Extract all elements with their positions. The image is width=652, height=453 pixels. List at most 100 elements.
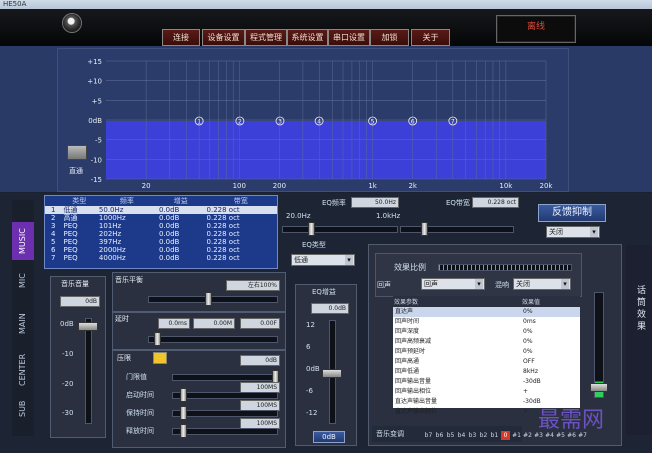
effect-param-row[interactable]: 回声输出音量 -30dB	[393, 377, 580, 387]
key-shift-button[interactable]: #1	[512, 431, 521, 440]
feedback-select[interactable]: 关闭	[546, 226, 600, 238]
volume-scale-10: -10	[62, 350, 74, 358]
key-shift-button[interactable]: #2	[523, 431, 532, 440]
eq-band-table: 类型 频率 增益 带宽 1 低通 50.0Hz 0.0dB 0.228 oct 2 高通 1000H…	[44, 195, 278, 269]
eq-table-cell: 0.228 oct	[206, 246, 240, 254]
eq-table-cell: 4	[51, 230, 56, 238]
effect-param-name: 回声高通	[395, 358, 420, 365]
eq-type-select[interactable]: 低通	[291, 254, 355, 266]
eq-band-marker-label: 4	[317, 119, 321, 126]
effect-param-row[interactable]: 回声深度 0%	[393, 327, 580, 337]
eq-table-row[interactable]: 6 PEQ 2000Hz 0.0dB 0.228 oct	[45, 246, 277, 254]
eq-gain-label: EQ增益	[312, 288, 336, 296]
delay-slider-handle[interactable]	[154, 332, 161, 346]
key-shift-button[interactable]: b6	[435, 431, 444, 440]
limiter-enable-toggle[interactable]	[153, 352, 167, 364]
eq-bandwidth-slider[interactable]	[400, 226, 514, 233]
eq-gain-slider-handle[interactable]	[322, 369, 342, 378]
effect-level-slider-handle[interactable]	[590, 383, 608, 392]
mic-effects-label: 话筒效果	[635, 285, 645, 333]
limiter-row-slider-handle[interactable]	[180, 388, 187, 402]
balance-field[interactable]: 左右100%	[226, 280, 280, 291]
key-shift-button[interactable]: b3	[468, 431, 477, 440]
menu-system-settings[interactable]: 系统设置	[287, 29, 328, 46]
eq-table-row[interactable]: 4 PEQ 202Hz 0.0dB 0.228 oct	[45, 230, 277, 238]
power-knob-icon[interactable]	[63, 14, 81, 32]
eq-freq-label: EQ频率	[322, 199, 346, 207]
limiter-row-slider[interactable]	[172, 374, 278, 381]
eq-table-row[interactable]: 3 PEQ 101Hz 0.0dB 0.228 oct	[45, 222, 277, 230]
key-shift-button[interactable]: 0	[501, 431, 510, 440]
effect-param-row[interactable]: 回声低通 8kHz	[393, 367, 580, 377]
effect-ratio-meter[interactable]	[438, 264, 572, 271]
tab-music[interactable]: MUSIC	[12, 222, 34, 260]
limiter-row-slider[interactable]	[172, 392, 278, 399]
mic-effects-panel[interactable]: 话筒效果	[626, 245, 652, 435]
effect-param-row[interactable]: 直达声 0%	[393, 307, 580, 317]
eq-band-marker-label: 3	[278, 119, 282, 126]
effect-param-name: 回声预延时	[395, 348, 426, 355]
effect-param-row[interactable]: 回声预延时 0%	[393, 347, 580, 357]
eq-table-cell: PEQ	[63, 246, 78, 254]
limiter-row-slider[interactable]	[172, 428, 278, 435]
eq-table-row[interactable]: 5 PEQ 397Hz 0.0dB 0.228 oct	[45, 238, 277, 246]
eq-table-header: 增益	[173, 197, 188, 205]
effect-param-row[interactable]: 回声时间 0ms	[393, 317, 580, 327]
eq-table-row[interactable]: 7 PEQ 4000Hz 0.0dB 0.228 oct	[45, 254, 277, 262]
graph-x-label: 20	[142, 182, 151, 190]
delay-meter-field[interactable]: 0.00M	[193, 318, 235, 329]
echo-select[interactable]: 回声	[421, 278, 485, 290]
eq-gain-reset-button[interactable]: 0dB	[313, 431, 345, 443]
key-shift-button[interactable]: b4	[457, 431, 466, 440]
eq-bandwidth-slider-handle[interactable]	[421, 222, 428, 236]
effect-param-row[interactable]: 回声高通 OFF	[393, 357, 580, 367]
eq-table-cell: 0.0dB	[156, 206, 205, 214]
limiter-row-slider[interactable]	[172, 410, 278, 417]
eq-graph[interactable]: +15 +10 +5 0dB -5 -10 -15 20 100 200 1k 2k 10k 20k 1 2 3…	[57, 48, 569, 192]
eq-bandwidth-field[interactable]: 0.228 oct	[472, 197, 519, 208]
balance-slider-handle[interactable]	[205, 292, 212, 306]
menu-serial-settings[interactable]: 串口设置	[328, 29, 370, 46]
limiter-value-field[interactable]: 0dB	[240, 355, 280, 366]
music-volume-field[interactable]: 0dB	[60, 296, 100, 307]
limiter-row-slider-handle[interactable]	[180, 424, 187, 438]
menu-device-settings[interactable]: 设备设置	[202, 29, 245, 46]
tab-main[interactable]: MAIN	[12, 308, 34, 340]
eq-table-row[interactable]: 2 高通 1000Hz 0.0dB 0.228 oct	[45, 214, 277, 222]
tab-sub[interactable]: SUB	[12, 398, 34, 420]
eq-table-row[interactable]: 1 低通 50.0Hz 0.0dB 0.228 oct	[45, 206, 277, 214]
eq-freq-slider[interactable]	[282, 226, 398, 233]
menu-lock[interactable]: 加锁	[370, 29, 409, 46]
eq-gain-scale-label: 0dB	[306, 365, 320, 373]
key-shift-button[interactable]: b1	[490, 431, 499, 440]
eq-gain-field[interactable]: 0.0dB	[311, 303, 349, 314]
menu-about[interactable]: 关于	[411, 29, 450, 46]
bypass-button[interactable]	[67, 145, 87, 160]
balance-slider[interactable]	[148, 296, 278, 303]
eq-band-marker-label: 6	[411, 119, 415, 126]
delay-ms-field[interactable]: 0.0ms	[158, 318, 190, 329]
menu-program-manage[interactable]: 程式管理	[245, 29, 287, 46]
tab-center[interactable]: CENTER	[12, 350, 34, 390]
delay-slider[interactable]	[148, 336, 278, 343]
key-shift-button[interactable]: b2	[479, 431, 488, 440]
feedback-suppress-button[interactable]: 反馈抑制	[538, 204, 606, 222]
eq-freq-field[interactable]: 50.0Hz	[351, 197, 399, 208]
key-shift-button[interactable]: b5	[446, 431, 455, 440]
reverb-select[interactable]: 关闭	[513, 278, 571, 290]
eq-table-cell: 0.0dB	[158, 214, 180, 222]
delay-feet-field[interactable]: 0.00F	[240, 318, 280, 329]
effect-param-list: 效果参数 效果值 直达声 0% 回声时间 0ms 回声深度 0% 回声高频衰减 0% 回声预延时 0…	[393, 296, 580, 415]
music-volume-slider[interactable]	[85, 318, 92, 424]
menu-connect[interactable]: 连接	[162, 29, 200, 46]
title-bar: HE50A	[0, 0, 652, 9]
effects-header	[375, 253, 582, 297]
tab-mic[interactable]: MIC	[12, 267, 34, 295]
effect-param-row[interactable]: 回声输出相位 +	[393, 387, 580, 397]
key-shift-button[interactable]: b7	[424, 431, 433, 440]
music-volume-slider-handle[interactable]	[78, 322, 98, 331]
eq-freq-slider-handle[interactable]	[308, 222, 315, 236]
effect-param-row[interactable]: 回声高频衰减 0%	[393, 337, 580, 347]
limiter-row-slider-handle[interactable]	[180, 406, 187, 420]
effect-param-value: 0%	[523, 328, 533, 335]
